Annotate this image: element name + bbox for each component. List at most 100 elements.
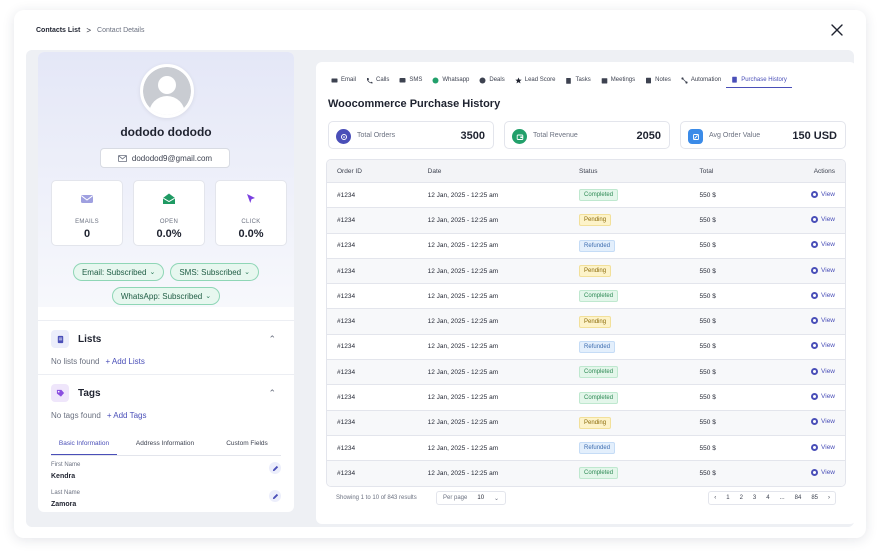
table-row: #1234 12 Jan, 2025 - 12:25 am Completed 550… — [327, 384, 845, 409]
receipt-icon — [732, 76, 737, 83]
table-row: #1234 12 Jan, 2025 - 12:25 am Pending 550 $… — [327, 207, 845, 233]
column-actions: Actions — [813, 167, 836, 175]
table-row: #1234 12 Jan, 2025 - 12:25 am Refunded 550 … — [327, 232, 845, 258]
contact-email-text: dododod9@gmail.com — [131, 153, 213, 163]
table-row: #1234 12 Jan, 2025 - 12:25 am Completed 550… — [327, 359, 845, 385]
tab-label: Automation — [690, 77, 722, 83]
view-order-button[interactable]: View — [811, 215, 835, 223]
tab-tasks[interactable]: Tasks — [560, 72, 595, 88]
view-order-button[interactable]: View — [811, 190, 836, 198]
page-button[interactable]: 4 — [761, 495, 774, 501]
page-button[interactable]: 1 — [721, 495, 734, 501]
view-order-button[interactable]: View — [811, 443, 835, 451]
view-order-button[interactable]: View — [811, 367, 836, 375]
view-order-button[interactable]: View — [811, 342, 835, 350]
page-button[interactable]: 2 — [735, 495, 748, 501]
stat-value: 0.0% — [156, 228, 182, 240]
tab-email[interactable]: Email — [326, 72, 361, 88]
order-total: 550 $ — [699, 394, 716, 402]
chevron-down-icon: ⌄ — [205, 293, 212, 300]
eye-icon — [811, 393, 819, 401]
tab-deals[interactable]: Deals — [474, 72, 509, 88]
metric-value: 150 USD — [792, 130, 837, 142]
table-row: #1234 12 Jan, 2025 - 12:25 am Refunded 550 … — [327, 333, 845, 359]
view-label: View — [821, 266, 836, 274]
view-order-button[interactable]: View — [811, 393, 835, 401]
tab-sms[interactable]: SMS — [394, 72, 427, 88]
chevron-up-icon[interactable]: ⌃ — [268, 334, 276, 345]
next-page-button[interactable]: › — [823, 495, 835, 501]
whatsapp-subscription-dropdown[interactable]: WhatsApp: Subscribed ⌄ — [111, 287, 221, 305]
view-order-button[interactable]: View — [811, 266, 836, 274]
last-name-field: Last Name Zamora — [51, 490, 281, 508]
tab-meetings[interactable]: Meetings — [596, 72, 640, 88]
order-total: 550 $ — [699, 292, 716, 300]
eye-icon — [811, 342, 819, 350]
page-title: Woocommerce Purchase History — [328, 98, 501, 110]
tab-calls[interactable]: Calls — [361, 72, 394, 88]
tab-lead-score[interactable]: Lead Score — [510, 72, 561, 88]
order-id: #1234 — [337, 242, 356, 250]
metric-label: Avg Order Value — [709, 132, 761, 139]
view-label: View — [821, 190, 836, 198]
tab-purchase-history[interactable]: Purchase History — [726, 72, 792, 88]
field-value: Zamora — [51, 501, 77, 508]
order-total: 550 $ — [699, 318, 716, 326]
activity-tabs: Email Calls SMS Whatsapp Deals Lead Score Task… — [326, 72, 792, 88]
chevron-up-icon[interactable]: ⌃ — [268, 388, 276, 399]
tags-header[interactable]: Tags — [51, 384, 101, 402]
tab-whatsapp[interactable]: Whatsapp — [427, 72, 474, 88]
close-button[interactable] — [830, 23, 844, 37]
add-lists-link[interactable]: + Add Lists — [105, 357, 144, 366]
eye-icon — [811, 367, 819, 375]
tab-label: Whatsapp — [442, 77, 470, 83]
view-label: View — [821, 367, 836, 375]
view-label: View — [821, 468, 836, 476]
sms-subscription-dropdown[interactable]: SMS: Subscribed ⌄ — [170, 263, 260, 281]
view-order-button[interactable]: View — [811, 468, 836, 476]
edit-last-name-button[interactable] — [269, 490, 281, 502]
page-button[interactable]: 3 — [748, 495, 761, 501]
whatsapp-icon — [432, 77, 439, 83]
table-row: #1234 12 Jan, 2025 - 12:25 am Pending 550 $… — [327, 409, 845, 435]
order-id: #1234 — [337, 267, 356, 275]
stat-label: EMAILS — [75, 219, 99, 225]
page-button[interactable]: 84 — [790, 495, 807, 501]
cursor-click-icon — [247, 194, 255, 203]
tab-automation[interactable]: Automation — [676, 72, 726, 88]
page-button[interactable]: 85 — [806, 495, 823, 501]
tab-custom-fields[interactable]: Custom Fields — [213, 434, 281, 455]
view-order-button[interactable]: View — [811, 418, 835, 426]
status-badge: Completed — [579, 391, 619, 404]
calendar-icon — [601, 77, 608, 83]
breadcrumb-parent[interactable]: Contacts List — [36, 27, 80, 34]
add-tags-link[interactable]: + Add Tags — [107, 411, 147, 420]
view-order-button[interactable]: View — [811, 241, 835, 249]
status-badge: Refunded — [579, 442, 616, 455]
order-id: #1234 — [337, 318, 356, 326]
tab-basic-information[interactable]: Basic Information — [51, 434, 117, 455]
tab-label: SMS — [409, 77, 423, 83]
tab-notes[interactable]: Notes — [640, 72, 676, 88]
stat-open: OPEN 0.0% — [133, 180, 205, 246]
order-id: #1234 — [337, 216, 356, 224]
order-id: #1234 — [337, 419, 356, 427]
view-order-button[interactable]: View — [811, 317, 835, 325]
eye-icon — [811, 468, 819, 476]
edit-first-name-button[interactable] — [269, 462, 281, 474]
contact-email[interactable]: dododod9@gmail.com — [100, 148, 230, 168]
notes-icon — [646, 77, 652, 83]
per-page-select[interactable]: Per page 10 ⌄ — [436, 491, 507, 505]
prev-page-button[interactable]: ‹ — [709, 495, 721, 501]
view-order-button[interactable]: View — [811, 291, 835, 299]
lists-empty-text: No lists found — [51, 357, 100, 366]
tab-address-information[interactable]: Address Information — [117, 434, 213, 455]
envelope-icon — [81, 195, 93, 203]
lists-header[interactable]: Lists — [51, 330, 101, 348]
email-subscription-dropdown[interactable]: Email: Subscribed ⌄ — [72, 263, 165, 281]
metric-avg-order-value: Avg Order Value 150 USD — [680, 121, 846, 149]
status-badge: Pending — [579, 265, 612, 278]
contact-sidebar: dododo dododo dododod9@gmail.com EMAILS … — [38, 52, 294, 512]
lists-title: Lists — [78, 333, 102, 345]
table-footer: Showing 1 to 10 of 843 results Per page … — [326, 491, 846, 507]
